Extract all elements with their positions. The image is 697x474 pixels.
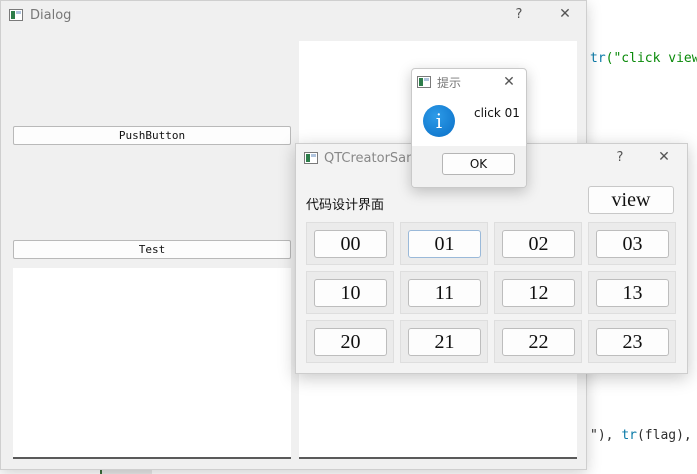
grid-cell: 11 <box>400 271 488 314</box>
close-button[interactable]: ✕ <box>545 1 585 27</box>
grid-cell: 22 <box>494 320 582 363</box>
code-line-1: tr("click view <box>590 51 697 66</box>
grid-cell: 10 <box>306 271 394 314</box>
dialog-titlebar[interactable]: Dialog ? ✕ <box>1 1 586 29</box>
push-button[interactable]: PushButton <box>13 126 291 145</box>
code-function: tr <box>590 51 606 66</box>
grid-button[interactable]: 21 <box>408 328 481 356</box>
ok-button[interactable]: OK <box>442 153 515 175</box>
grid-button[interactable]: 20 <box>314 328 387 356</box>
grid-cell: 13 <box>588 271 676 314</box>
qtcreator-title: QTCreatorSam <box>324 150 419 166</box>
app-icon <box>9 9 23 21</box>
message-box-title: 提示 <box>437 75 462 90</box>
code-function: tr <box>621 428 637 443</box>
test-button[interactable]: Test <box>13 240 291 259</box>
app-icon <box>417 76 431 88</box>
app-icon <box>304 152 318 164</box>
dialog-title: Dialog <box>30 7 72 23</box>
code-string: ("click view <box>605 51 697 66</box>
grid-button[interactable]: 12 <box>502 279 575 307</box>
grid-button[interactable]: 11 <box>408 279 481 307</box>
code-rest: (flag), ( <box>636 428 692 443</box>
grid-button[interactable]: 10 <box>314 279 387 307</box>
grid-cell: 00 <box>306 222 394 265</box>
message-text: click 01 <box>474 106 520 120</box>
info-icon: i <box>423 105 455 137</box>
code-prefix: "), <box>590 428 622 443</box>
view-button[interactable]: view <box>588 186 674 214</box>
grid-cell: 20 <box>306 320 394 363</box>
close-button[interactable]: ✕ <box>644 144 684 170</box>
close-button[interactable]: ✕ <box>492 69 526 95</box>
grid-button[interactable]: 13 <box>596 279 669 307</box>
help-button[interactable]: ? <box>499 1 539 27</box>
grid-button[interactable]: 00 <box>314 230 387 258</box>
grid-button[interactable]: 02 <box>502 230 575 258</box>
grid-cell: 21 <box>400 320 488 363</box>
grid-cell: 03 <box>588 222 676 265</box>
grid-cell: 12 <box>494 271 582 314</box>
code-line-2: "), tr(flag), ( <box>590 428 697 443</box>
grid-cell: 02 <box>494 222 582 265</box>
message-box: 提示 ✕ i click 01 OK <box>411 68 527 188</box>
button-grid: 00 01 02 03 10 11 12 13 20 21 22 23 <box>306 222 680 369</box>
help-button[interactable]: ? <box>600 144 640 170</box>
left-output-panel[interactable] <box>13 268 291 459</box>
message-box-titlebar[interactable]: 提示 ✕ <box>412 69 526 95</box>
grid-button[interactable]: 03 <box>596 230 669 258</box>
grid-cell: 23 <box>588 320 676 363</box>
grid-button[interactable]: 22 <box>502 328 575 356</box>
design-label: 代码设计界面 <box>306 198 385 213</box>
grid-button[interactable]: 01 <box>408 230 481 258</box>
grid-cell: 01 <box>400 222 488 265</box>
grid-button[interactable]: 23 <box>596 328 669 356</box>
